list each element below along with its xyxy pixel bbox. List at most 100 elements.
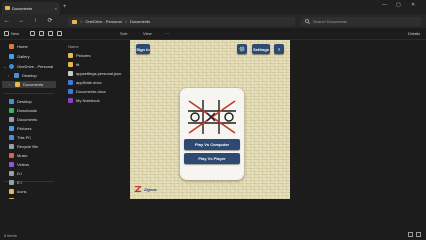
- view-button[interactable]: View: [143, 31, 152, 36]
- navigation-bar: ← → ↑ ⟳ > OneDrive - Personal > Document…: [0, 14, 426, 28]
- sidebar-item-onedrive[interactable]: ⌄ OneDrive - Personal: [3, 63, 53, 70]
- download-icon: [9, 108, 14, 113]
- file-name: Pictures: [76, 53, 91, 58]
- home-icon: [9, 44, 14, 49]
- brand-logo: Zignas: [134, 185, 157, 193]
- sidebar-item-label: OneDrive - Personal: [17, 64, 54, 69]
- sidebar-item-label: Gallery: [17, 54, 30, 59]
- sidebar-item-videos[interactable]: Videos: [3, 161, 29, 168]
- sidebar-item-desktop-quick[interactable]: Desktop: [3, 98, 32, 105]
- video-icon: [9, 162, 14, 167]
- gear-icon[interactable]: [237, 44, 247, 54]
- sidebar-item-drive-d[interactable]: D:\: [3, 170, 22, 177]
- help-button[interactable]: ?: [274, 44, 284, 54]
- address-bar[interactable]: > OneDrive - Personal > Documents: [68, 17, 295, 26]
- list-item[interactable]: Pictures: [68, 52, 90, 59]
- refresh-button[interactable]: ⟳: [46, 17, 54, 25]
- sidebar-item-label: D:\: [17, 171, 23, 176]
- cut-icon[interactable]: [30, 31, 35, 36]
- minimize-button[interactable]: —: [382, 2, 387, 8]
- tic-tac-toe-logo-icon: [188, 100, 236, 134]
- status-bar: 6 items: [0, 199, 426, 240]
- file-name: appState.docx: [76, 80, 102, 85]
- tab-documents[interactable]: Documents ×: [2, 2, 60, 14]
- folder-icon: [15, 82, 20, 87]
- folder-icon: [14, 73, 19, 78]
- column-header-name[interactable]: Name: [68, 44, 79, 49]
- sidebar-item-pictures[interactable]: Pictures: [3, 125, 31, 132]
- sidebar-item-downloads[interactable]: Downloads: [3, 107, 37, 114]
- cloud-icon: [9, 64, 14, 69]
- sidebar-item-this-pc[interactable]: This PC: [3, 134, 31, 141]
- sidebar-item-label: Desktop: [17, 99, 32, 104]
- view-toggle: [408, 232, 421, 237]
- close-window-button[interactable]: ✕: [411, 2, 415, 8]
- file-explorer-window: Documents × + — ▢ ✕ ← → ↑ ⟳ > OneDrive -…: [0, 0, 426, 240]
- file-name: ttt: [76, 62, 80, 67]
- item-count: 6 items: [4, 233, 17, 238]
- tab-title: Documents: [12, 5, 33, 11]
- new-tab-button[interactable]: +: [63, 3, 67, 11]
- search-icon: [305, 19, 310, 24]
- file-icon: [68, 80, 73, 85]
- new-icon[interactable]: [4, 31, 9, 36]
- sidebar-item-label: Desktop: [22, 73, 37, 78]
- sidebar-item-label: This PC: [17, 135, 32, 140]
- settings-button[interactable]: Settings: [252, 44, 270, 54]
- list-item[interactable]: My Notebook: [68, 97, 100, 104]
- close-tab-icon[interactable]: ×: [55, 6, 57, 11]
- breadcrumb-onedrive[interactable]: OneDrive - Personal: [85, 19, 121, 24]
- sidebar-item-label: Downloads: [17, 108, 37, 113]
- folder-icon: [68, 53, 73, 58]
- sidebar-item-home[interactable]: Home: [3, 43, 28, 50]
- sidebar-item-label: Music: [17, 153, 28, 158]
- more-button[interactable]: ···: [165, 31, 169, 36]
- sidebar-item-drive-e[interactable]: E:\: [3, 179, 22, 186]
- sidebar-divider: [4, 93, 54, 94]
- file-name: appsettings.personal.json: [76, 71, 122, 76]
- back-button[interactable]: ←: [3, 17, 11, 25]
- sidebar-item-documents[interactable]: › Documents: [2, 81, 56, 88]
- details-view-icon[interactable]: [408, 232, 413, 237]
- sidebar-item-label: E:\: [17, 180, 22, 185]
- folder-icon: [68, 62, 73, 67]
- sort-button[interactable]: Sort: [120, 31, 127, 36]
- tiles-view-icon[interactable]: [416, 232, 421, 237]
- file-name: Documents.docx: [76, 89, 106, 94]
- sidebar-item-label: Icons: [17, 189, 27, 194]
- up-button[interactable]: ↑: [31, 17, 39, 25]
- list-item[interactable]: Documents.docx: [68, 88, 106, 95]
- sidebar-item-label: Recycle Bin: [17, 144, 39, 149]
- tab-strip: Documents × + — ▢ ✕: [0, 0, 426, 14]
- breadcrumb-documents[interactable]: Documents: [130, 19, 150, 24]
- play-vs-player-button[interactable]: Play Vs Player: [184, 153, 240, 164]
- sidebar-item-documents-quick[interactable]: Documents: [3, 116, 37, 123]
- desktop-icon: [9, 99, 14, 104]
- list-item[interactable]: ttt: [68, 61, 79, 68]
- list-item[interactable]: appsettings.personal.json: [68, 70, 121, 77]
- tic-tac-toe-game-window: Sign in Settings ? Play Vs Computer Play…: [130, 40, 290, 199]
- drive-icon: [9, 180, 14, 185]
- forward-button[interactable]: →: [17, 17, 25, 25]
- maximize-button[interactable]: ▢: [396, 2, 401, 8]
- sidebar-item-music[interactable]: Music: [3, 152, 27, 159]
- details-button[interactable]: Details: [408, 31, 420, 36]
- gear-icon-glyph: [239, 46, 245, 52]
- copy-icon[interactable]: [39, 31, 44, 36]
- new-button[interactable]: New: [11, 31, 19, 36]
- sidebar-item-label: Pictures: [17, 126, 32, 131]
- folder-icon: [5, 6, 10, 10]
- paste-icon[interactable]: [48, 31, 53, 36]
- sidebar-item-recycle-bin[interactable]: Recycle Bin: [3, 143, 38, 150]
- rename-icon[interactable]: [57, 31, 62, 36]
- sidebar-item-gallery[interactable]: Gallery: [3, 53, 30, 60]
- play-vs-computer-button[interactable]: Play Vs Computer: [184, 139, 240, 150]
- pc-icon: [9, 135, 14, 140]
- search-box[interactable]: Search Documents: [301, 17, 421, 26]
- list-item[interactable]: appState.docx: [68, 79, 102, 86]
- sidebar-item-icons[interactable]: Icons: [3, 188, 27, 195]
- sidebar-item-desktop[interactable]: › Desktop: [8, 72, 37, 79]
- sign-in-button[interactable]: Sign in: [136, 44, 150, 54]
- folder-icon: [9, 189, 14, 194]
- sidebar-item-label: Documents: [23, 82, 44, 87]
